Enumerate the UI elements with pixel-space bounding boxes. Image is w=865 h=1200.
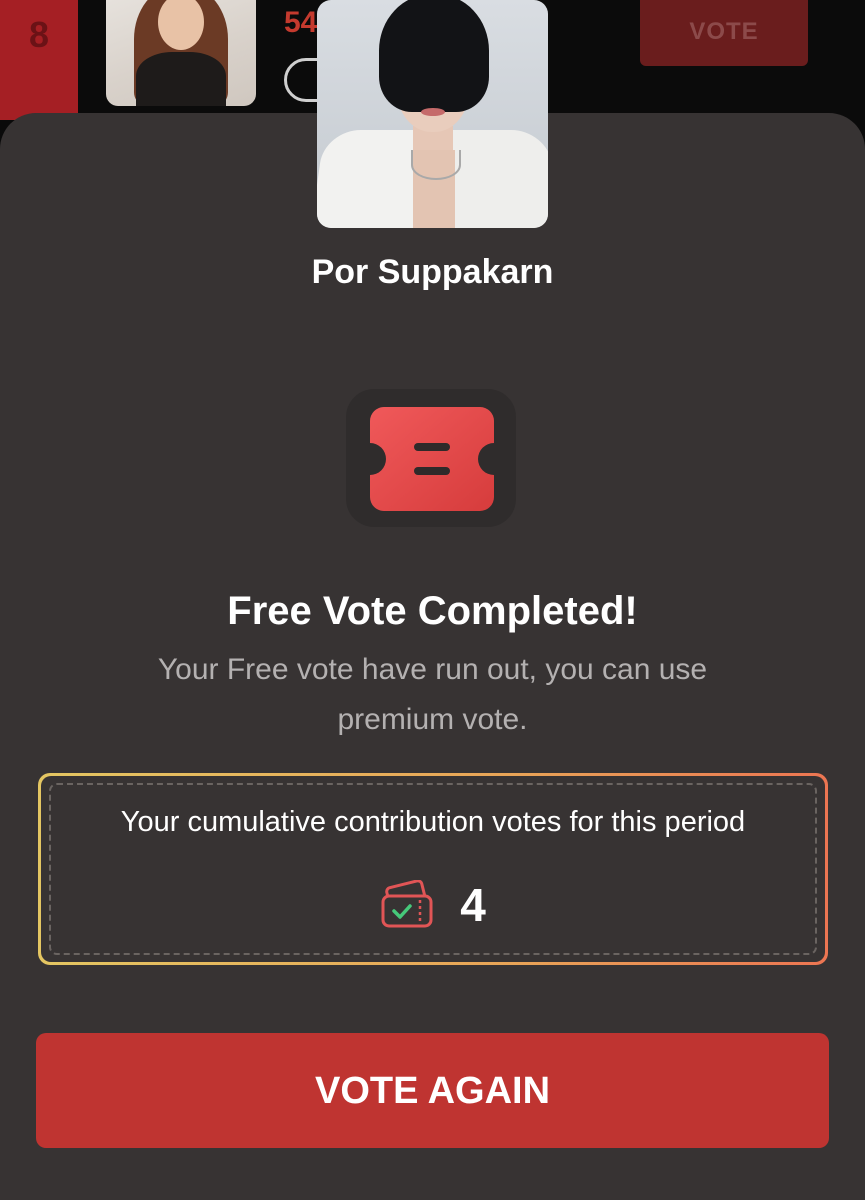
vote-count: 54 [284, 6, 318, 39]
rank-badge: 8 [0, 0, 78, 120]
candidate-photo [317, 0, 548, 228]
vote-button[interactable]: VOTE [640, 0, 808, 66]
contribution-label: Your cumulative contribution votes for t… [120, 806, 746, 838]
contribution-card: Your cumulative contribution votes for t… [38, 773, 828, 965]
contestant-avatar [106, 0, 256, 106]
ticket-icon [370, 407, 494, 511]
app-screen: 8 54 VOTE Por Suppakarn Free Vote Comple… [0, 0, 865, 1200]
result-message: Your Free vote have run out, you can use… [157, 653, 708, 736]
vote-again-button[interactable]: VOTE AGAIN [36, 1033, 829, 1148]
candidate-name: Por Suppakarn [311, 253, 554, 291]
contribution-count: 4 [460, 879, 486, 931]
wallet-check-icon [381, 880, 433, 928]
vote-result-modal: Por Suppakarn Free Vote Completed! Your … [0, 113, 865, 1200]
result-title: Free Vote Completed! [227, 589, 638, 633]
